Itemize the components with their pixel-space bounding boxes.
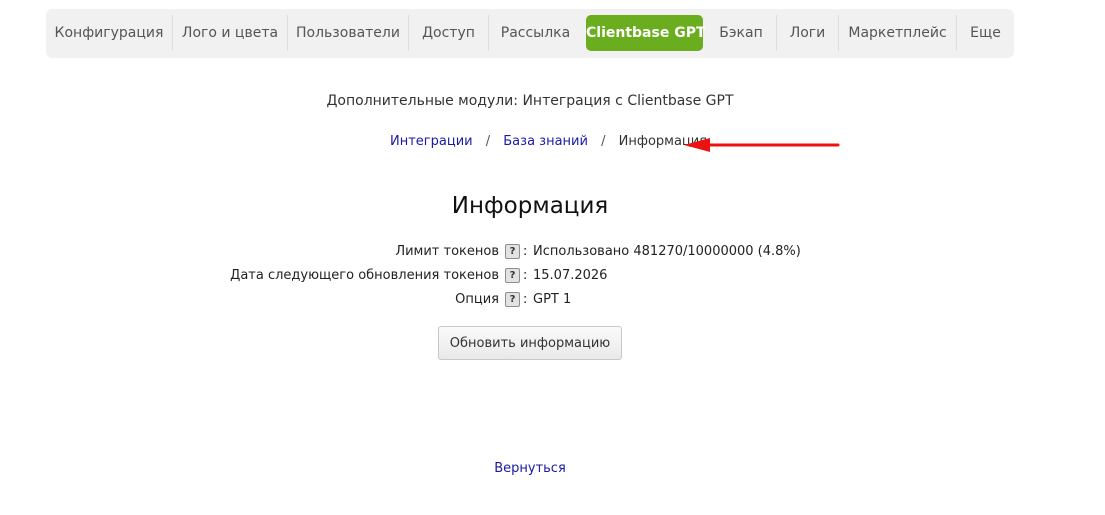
option-value: GPT 1 xyxy=(533,292,572,307)
module-subtitle: Дополнительные модули: Интеграция с Clie… xyxy=(326,93,734,109)
tab-configuration[interactable]: Конфигурация xyxy=(46,15,173,51)
tab-backup[interactable]: Бэкап xyxy=(706,15,777,51)
breadcrumb-integrations-link[interactable]: Интеграции xyxy=(390,134,473,149)
tab-logs[interactable]: Логи xyxy=(777,15,839,51)
breadcrumb: Интеграции / База знаний / Информация xyxy=(390,134,707,149)
colon: : xyxy=(523,244,528,259)
colon: : xyxy=(523,268,528,283)
page: Конфигурация Лого и цвета Пользователи Д… xyxy=(0,0,1105,515)
help-icon[interactable]: ? xyxy=(505,244,520,259)
back-link-container: Вернуться xyxy=(0,461,1060,476)
tab-marketplace[interactable]: Маркетплейс xyxy=(839,15,957,51)
tab-clientbase-gpt[interactable]: Clientbase GPT xyxy=(586,15,706,51)
option-label: Опция xyxy=(455,292,499,307)
back-link[interactable]: Вернуться xyxy=(494,461,566,476)
token-limit-label: Лимит токенов xyxy=(395,244,499,259)
tab-mailing[interactable]: Рассылка xyxy=(489,15,582,51)
breadcrumb-separator: / xyxy=(601,134,606,149)
help-icon[interactable]: ? xyxy=(505,268,520,283)
page-title: Информация xyxy=(451,193,609,219)
tab-users[interactable]: Пользователи xyxy=(288,15,409,51)
info-row-option: Опция ? : GPT 1 xyxy=(0,290,1105,310)
info-row-token-limit: Лимит токенов ? : Использовано 481270/10… xyxy=(0,242,1105,262)
next-update-label: Дата следующего обновления токенов xyxy=(230,268,499,283)
breadcrumb-knowledge-base-link[interactable]: База знаний xyxy=(503,134,588,149)
info-row-next-update: Дата следующего обновления токенов ? : 1… xyxy=(0,266,1105,286)
breadcrumb-separator: / xyxy=(485,134,491,149)
red-arrow-icon xyxy=(684,138,840,152)
tab-access[interactable]: Доступ xyxy=(409,15,489,51)
top-navigation: Конфигурация Лого и цвета Пользователи Д… xyxy=(46,9,1014,58)
help-icon[interactable]: ? xyxy=(505,292,520,307)
next-update-value: 15.07.2026 xyxy=(533,268,608,283)
colon: : xyxy=(523,292,528,307)
tab-logo-colors[interactable]: Лого и цвета xyxy=(173,15,288,51)
tab-more[interactable]: Еще xyxy=(957,15,1014,51)
token-limit-value: Использовано 481270/10000000 (4.8%) xyxy=(533,244,801,259)
refresh-info-button[interactable]: Обновить информацию xyxy=(438,326,622,360)
